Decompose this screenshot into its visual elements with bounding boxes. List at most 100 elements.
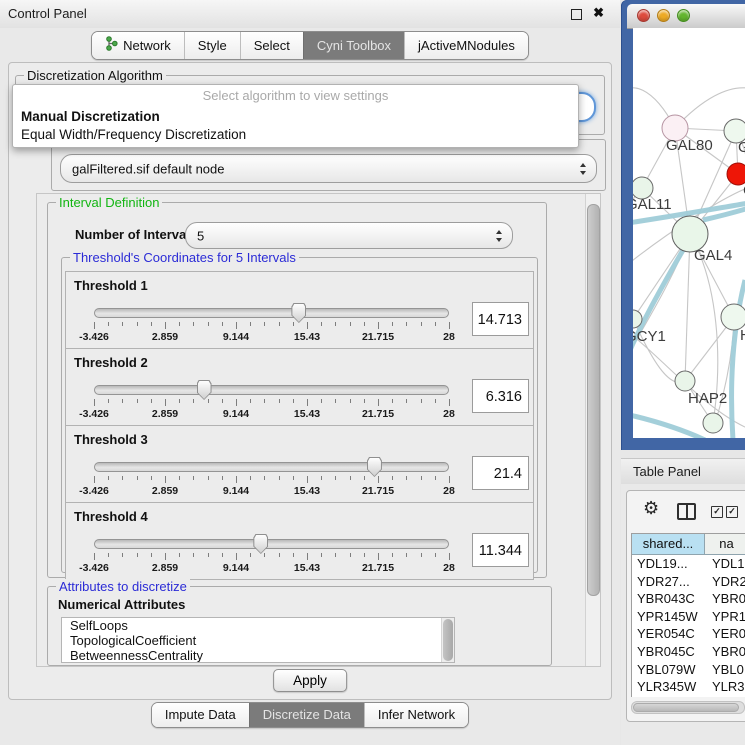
- table-data-combobox[interactable]: galFiltered.sif default node: [60, 154, 597, 183]
- close-traffic-light-icon[interactable]: [637, 9, 650, 22]
- shared-name-cell[interactable]: YER054C: [632, 625, 705, 643]
- tick-mark: [435, 399, 436, 403]
- table-row[interactable]: YDL19...YDL1: [632, 555, 745, 573]
- popup-option[interactable]: Manual Discretization: [13, 108, 578, 126]
- table-row[interactable]: YIL052CYIL0: [632, 696, 745, 697]
- number-of-intervals-combobox[interactable]: 5: [185, 222, 513, 249]
- zoom-traffic-light-icon[interactable]: [677, 9, 690, 22]
- scrollbar-thumb[interactable]: [587, 204, 600, 596]
- tab-network[interactable]: Network: [92, 32, 184, 59]
- tab-impute-data[interactable]: Impute Data: [152, 703, 249, 727]
- threshold-value-field[interactable]: 21.4: [472, 456, 529, 490]
- name-cell[interactable]: YLR3: [705, 678, 745, 696]
- name-cell[interactable]: YBR0: [705, 590, 745, 608]
- split-column-icon[interactable]: [677, 503, 696, 520]
- threshold-value-field[interactable]: 14.713: [472, 302, 529, 336]
- attribute-list-item[interactable]: SelfLoops: [62, 618, 454, 633]
- attribute-list-item[interactable]: BetweennessCentrality: [62, 648, 454, 663]
- network-edge[interactable]: [633, 413, 705, 438]
- scrollbar-thumb[interactable]: [633, 703, 739, 712]
- tick-mark: [307, 553, 308, 560]
- tick-mark: [293, 553, 294, 557]
- close-icon[interactable]: ✖: [593, 5, 604, 21]
- tab-jactivemnodules[interactable]: jActiveMNodules: [404, 32, 528, 59]
- apply-button[interactable]: Apply: [273, 669, 347, 692]
- tick-mark: [364, 399, 365, 403]
- shared-name-cell[interactable]: YBR045C: [632, 643, 705, 661]
- select-checkbox-icon[interactable]: ✓: [726, 506, 738, 518]
- table-row[interactable]: YER054CYER0: [632, 625, 745, 643]
- tick-mark: [137, 322, 138, 326]
- slider-thumb[interactable]: [367, 457, 382, 477]
- slider-track[interactable]: [94, 308, 449, 318]
- float-window-icon[interactable]: [571, 9, 582, 20]
- name-cell[interactable]: YBL0: [705, 661, 745, 679]
- attributes-listbox[interactable]: SelfLoopsTopologicalCoefficientBetweenne…: [61, 617, 455, 663]
- table-horizontal-scrollbar[interactable]: [631, 701, 745, 714]
- scrollbar-thumb[interactable]: [443, 619, 453, 661]
- shared-name-cell[interactable]: YBR043C: [632, 590, 705, 608]
- attribute-list-item[interactable]: TopologicalCoefficient: [62, 633, 454, 648]
- bottom-node[interactable]: [703, 413, 723, 433]
- settings-scrollbar[interactable]: [585, 194, 600, 666]
- tick-mark: [449, 553, 450, 560]
- tick-mark: [208, 476, 209, 480]
- tick-mark: [335, 322, 336, 326]
- table-row[interactable]: YDR27...YDR2: [632, 573, 745, 591]
- name-cell[interactable]: YBR0: [705, 643, 745, 661]
- network-window: GAL80GCGAL11GAL4GCY1HHAP2: [621, 0, 745, 450]
- tick-mark: [378, 322, 379, 329]
- shared-name-cell[interactable]: YPR145W: [632, 608, 705, 626]
- network-edge[interactable]: [685, 234, 690, 381]
- network-canvas[interactable]: GAL80GCGAL11GAL4GCY1HHAP2: [633, 28, 745, 438]
- minimize-traffic-light-icon[interactable]: [657, 9, 670, 22]
- slider-tick-labels: -3.4262.8599.14415.4321.71528: [94, 331, 449, 343]
- slider-track[interactable]: [94, 385, 449, 395]
- tick-mark: [193, 476, 194, 480]
- network-window-titlebar[interactable]: [627, 4, 745, 29]
- name-cell[interactable]: YIL0: [705, 696, 745, 697]
- node-table-container: ⚙ ✓ ✓ shared... na YDL19...YDL1YDR27...Y…: [626, 490, 745, 722]
- column-header-name[interactable]: na: [705, 534, 745, 555]
- name-cell[interactable]: YPR1: [705, 608, 745, 626]
- tab-select[interactable]: Select: [240, 32, 303, 59]
- shared-name-cell[interactable]: YIL052C: [632, 696, 705, 697]
- tick-mark: [350, 322, 351, 326]
- hap2-node[interactable]: [675, 371, 695, 391]
- gear-icon[interactable]: ⚙: [643, 499, 659, 517]
- table-row[interactable]: YLR345WYLR3: [632, 678, 745, 696]
- slider-thumb[interactable]: [291, 303, 306, 323]
- tick-mark: [179, 553, 180, 557]
- column-header-shared-name[interactable]: shared...: [632, 534, 705, 555]
- popup-option[interactable]: Equal Width/Frequency Discretization: [13, 126, 578, 144]
- select-all-checkbox-icon[interactable]: ✓: [711, 506, 723, 518]
- attributes-scrollbar[interactable]: [441, 618, 454, 662]
- slider-track[interactable]: [94, 539, 449, 549]
- shared-name-cell[interactable]: YLR345W: [632, 678, 705, 696]
- tab-discretize-data[interactable]: Discretize Data: [249, 703, 364, 727]
- name-cell[interactable]: YER0: [705, 625, 745, 643]
- slider-tick-labels: -3.4262.8599.14415.4321.71528: [94, 485, 449, 497]
- table-row[interactable]: YBL079WYBL0: [632, 661, 745, 679]
- network-graph[interactable]: GAL80GCGAL11GAL4GCY1HHAP2: [633, 28, 745, 438]
- table-row[interactable]: YBR045CYBR0: [632, 643, 745, 661]
- slider-track[interactable]: [94, 462, 449, 472]
- tick-mark: [137, 553, 138, 557]
- name-cell[interactable]: YDR2: [705, 573, 745, 591]
- shared-name-cell[interactable]: YBL079W: [632, 661, 705, 679]
- bottom-tab-bar: Impute DataDiscretize DataInfer Network: [0, 702, 620, 728]
- top-tab-bar: NetworkStyleSelectCyni ToolboxjActiveMNo…: [0, 31, 620, 60]
- tab-cyni-toolbox[interactable]: Cyni Toolbox: [303, 32, 404, 59]
- name-cell[interactable]: YDL1: [705, 555, 745, 573]
- shared-name-cell[interactable]: YDR27...: [632, 573, 705, 591]
- tab-style[interactable]: Style: [184, 32, 240, 59]
- threshold-value-field[interactable]: 6.316: [472, 379, 529, 413]
- shared-name-cell[interactable]: YDL19...: [632, 555, 705, 573]
- table-row[interactable]: YBR043CYBR0: [632, 590, 745, 608]
- tab-infer-network[interactable]: Infer Network: [364, 703, 468, 727]
- slider-thumb[interactable]: [197, 380, 212, 400]
- tick-mark: [406, 399, 407, 403]
- slider-thumb[interactable]: [253, 534, 268, 554]
- threshold-value-field[interactable]: 11.344: [472, 533, 529, 567]
- table-row[interactable]: YPR145WYPR1: [632, 608, 745, 626]
